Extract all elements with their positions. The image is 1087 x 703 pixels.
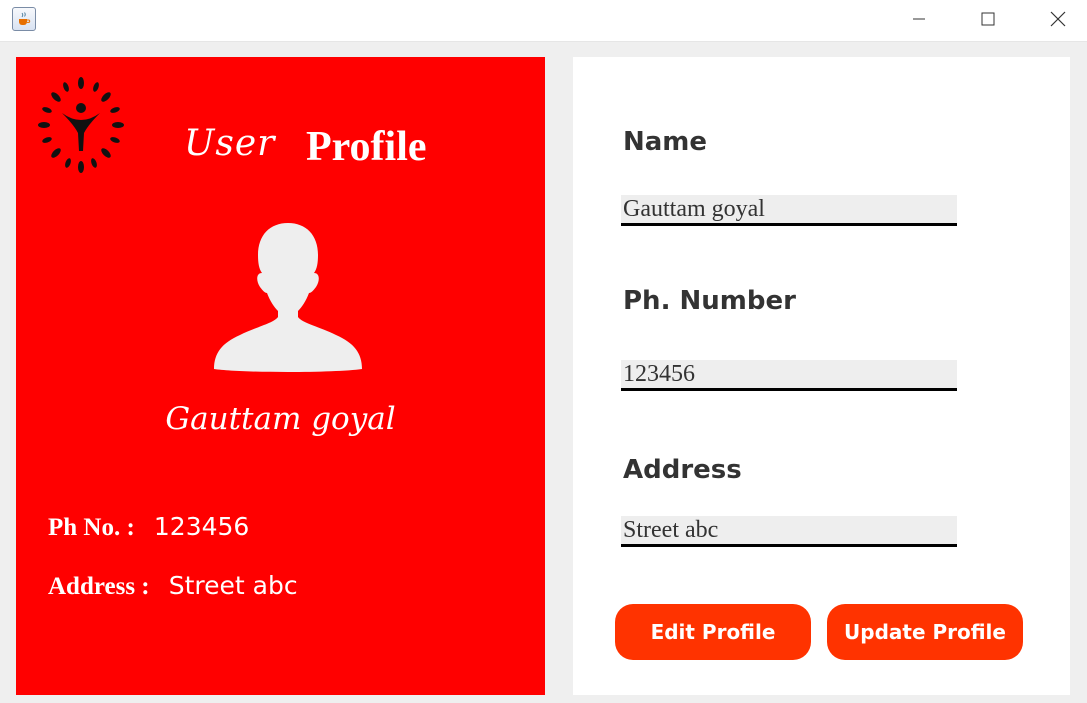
user-silhouette-icon — [214, 223, 362, 372]
card-address-value: Street abc — [168, 571, 298, 600]
java-cup-icon[interactable] — [12, 7, 36, 31]
title-user-text: User — [184, 123, 276, 164]
close-icon — [1050, 11, 1066, 27]
address-label: Address — [623, 455, 742, 485]
title-profile-text: Profile — [306, 124, 427, 170]
edit-profile-button[interactable]: Edit Profile — [615, 604, 811, 660]
name-label: Name — [623, 127, 708, 157]
phone-field[interactable] — [621, 360, 957, 391]
profile-card: User Profile Gauttam goyal Ph No. : 1234… — [16, 57, 545, 695]
phone-label: Ph. Number — [623, 286, 796, 316]
window-titlebar — [0, 0, 1087, 42]
maximize-button[interactable] — [965, 0, 1011, 38]
card-address-label: Address : — [48, 573, 150, 600]
flower-person-logo — [38, 77, 124, 173]
address-field[interactable] — [621, 516, 957, 547]
minimize-button[interactable] — [896, 0, 942, 38]
card-phone-value: 123456 — [153, 512, 250, 541]
name-field[interactable] — [621, 195, 957, 226]
minimize-icon — [913, 18, 925, 20]
card-phone-label: Ph No. : — [48, 514, 135, 541]
update-profile-button[interactable]: Update Profile — [827, 604, 1023, 660]
maximize-icon — [981, 12, 995, 26]
card-address-row: Address : Street abc — [48, 571, 298, 601]
card-user-name: Gauttam goyal — [165, 401, 396, 437]
card-phone-row: Ph No. : 123456 — [48, 512, 249, 542]
close-button[interactable] — [1035, 0, 1081, 38]
profile-form: Name Ph. Number Address Edit Profile Upd… — [573, 57, 1070, 695]
